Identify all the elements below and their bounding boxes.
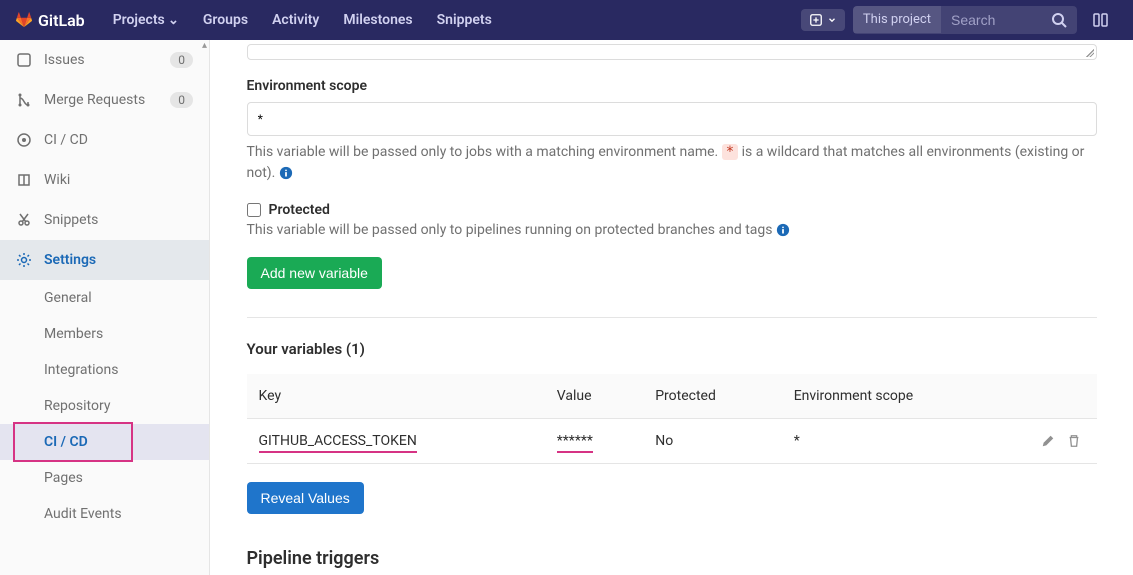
edit-button[interactable] <box>1037 429 1059 453</box>
panels-icon <box>1093 12 1109 28</box>
sidebar-badge: 0 <box>170 52 193 68</box>
nav-projects[interactable]: Projects <box>103 6 189 34</box>
nav-snippets[interactable]: Snippets <box>427 6 502 34</box>
sidebar-sub-pages[interactable]: Pages <box>0 460 209 496</box>
sidebar-label: Merge Requests <box>44 92 158 108</box>
env-scope-label: Environment scope <box>247 78 1097 94</box>
protected-label: Protected <box>269 202 330 218</box>
reveal-values-button[interactable]: Reveal Values <box>247 482 364 514</box>
sidebar: ▴ Issues 0 Merge Requests 0 CI / CD Wiki… <box>0 40 210 575</box>
navbar-links: Projects Groups Activity Milestones Snip… <box>103 6 502 34</box>
sidebar-item-settings[interactable]: Settings <box>0 240 209 280</box>
search-icon <box>1051 12 1067 28</box>
env-scope-help: This variable will be passed only to job… <box>247 142 1097 184</box>
nav-milestones[interactable]: Milestones <box>333 6 422 34</box>
book-icon <box>16 172 32 188</box>
th-protected: Protected <box>643 374 781 419</box>
variables-table: Key Value Protected Environment scope GI… <box>247 374 1097 464</box>
protected-checkbox[interactable] <box>247 203 261 217</box>
nav-groups[interactable]: Groups <box>193 6 258 34</box>
sidebar-badge: 0 <box>170 92 193 108</box>
th-scope: Environment scope <box>782 374 1017 419</box>
var-scope: * <box>782 419 1017 464</box>
sidebar-toggle-button[interactable] <box>1085 6 1117 34</box>
pipeline-triggers-title: Pipeline triggers <box>247 548 1097 569</box>
issues-icon <box>16 52 32 68</box>
sidebar-sub-members[interactable]: Members <box>0 316 209 352</box>
sidebar-item-merge-requests[interactable]: Merge Requests 0 <box>0 80 209 120</box>
search-input[interactable] <box>941 6 1041 34</box>
wildcard-chip: * <box>722 144 738 160</box>
sidebar-item-snippets[interactable]: Snippets <box>0 200 209 240</box>
plus-icon <box>809 13 823 27</box>
search-scope[interactable]: This project <box>853 6 941 33</box>
merge-icon <box>16 92 32 108</box>
sidebar-label: Settings <box>44 252 193 268</box>
sidebar-label: Wiki <box>44 172 193 188</box>
add-variable-button[interactable]: Add new variable <box>247 257 382 289</box>
sidebar-sub-integrations[interactable]: Integrations <box>0 352 209 388</box>
sidebar-label: Issues <box>44 52 158 68</box>
th-value: Value <box>545 374 643 419</box>
var-key: GITHUB_ACCESS_TOKEN <box>259 433 417 453</box>
sidebar-item-wiki[interactable]: Wiki <box>0 160 209 200</box>
scroll-up-arrow: ▴ <box>202 40 207 51</box>
search-box: This project <box>853 6 1077 34</box>
sidebar-label: CI / CD <box>44 132 193 148</box>
var-protected: No <box>643 419 781 464</box>
var-value: ****** <box>557 433 593 453</box>
your-variables-title: Your variables (1) <box>247 340 1097 358</box>
scissors-icon <box>16 212 32 228</box>
chevron-down-icon <box>827 13 837 27</box>
sidebar-sub-audit[interactable]: Audit Events <box>0 496 209 532</box>
env-scope-input[interactable] <box>247 102 1097 136</box>
table-header-row: Key Value Protected Environment scope <box>247 374 1097 419</box>
delete-button[interactable] <box>1063 429 1085 453</box>
divider <box>247 317 1097 318</box>
gitlab-logo-icon <box>16 12 32 28</box>
main-content: Environment scope This variable will be … <box>210 40 1133 575</box>
new-button[interactable] <box>801 9 845 31</box>
rocket-icon <box>16 132 32 148</box>
navbar: GitLab Projects Groups Activity Mileston… <box>0 0 1133 40</box>
pencil-icon <box>1041 434 1055 448</box>
nav-activity[interactable]: Activity <box>262 6 329 34</box>
table-row: GITHUB_ACCESS_TOKEN ****** No * <box>247 419 1097 464</box>
sidebar-sub-general[interactable]: General <box>0 280 209 316</box>
trash-icon <box>1067 434 1081 448</box>
brand-logo[interactable]: GitLab <box>16 11 85 30</box>
info-icon[interactable] <box>776 222 790 238</box>
sidebar-sub-repository[interactable]: Repository <box>0 388 209 424</box>
gear-icon <box>16 252 32 268</box>
protected-help: This variable will be passed only to pip… <box>247 220 1097 241</box>
value-textarea-bottom[interactable] <box>247 44 1097 60</box>
th-key: Key <box>247 374 545 419</box>
sidebar-sub-cicd[interactable]: CI / CD <box>0 424 209 460</box>
sidebar-item-issues[interactable]: Issues 0 <box>0 40 209 80</box>
search-icon-button[interactable] <box>1041 6 1077 34</box>
brand-text: GitLab <box>38 11 85 30</box>
info-icon[interactable] <box>279 165 293 181</box>
sidebar-item-cicd[interactable]: CI / CD <box>0 120 209 160</box>
sidebar-label: Snippets <box>44 212 193 228</box>
